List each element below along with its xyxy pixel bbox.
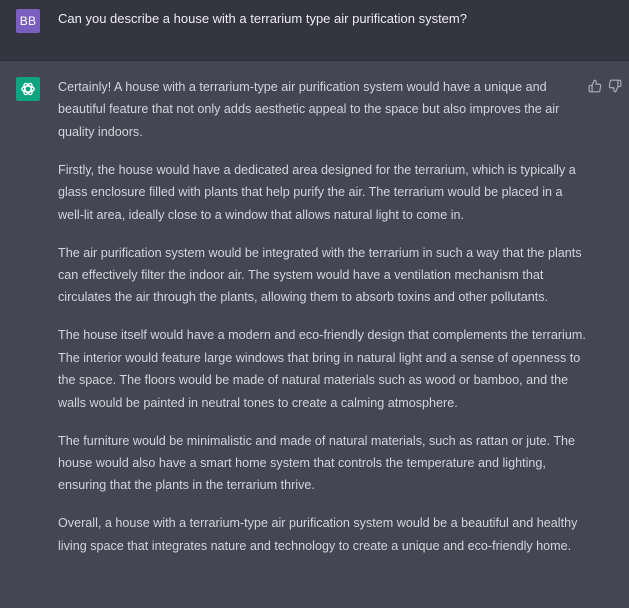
answer-paragraph-3: The air purification system would be int…	[58, 245, 582, 305]
user-avatar: BB	[16, 9, 40, 33]
answer-paragraph-4: The house itself would have a modern and…	[58, 328, 586, 410]
user-message-row: BB Can you describe a house with a terra…	[0, 0, 629, 61]
answer-paragraph-5: The furniture would be minimalistic and …	[58, 433, 576, 493]
answer-paragraph-1: Certainly! A house with a terrarium-type…	[58, 80, 560, 139]
thumbs-up-button[interactable]	[588, 79, 602, 93]
chat-page: BB Can you describe a house with a terra…	[0, 0, 629, 608]
thumbs-down-button[interactable]	[608, 79, 622, 93]
assistant-message-row: Certainly! A house with a terrarium-type…	[0, 61, 629, 608]
openai-logo-icon	[16, 77, 40, 101]
assistant-message-text: Certainly! A house with a terrarium-type…	[58, 76, 588, 573]
answer-paragraph-2: Firstly, the house would have a dedicate…	[58, 162, 576, 222]
answer-paragraph-6: Overall, a house with a terrarium-type a…	[58, 516, 578, 553]
thumbs-up-icon	[588, 79, 602, 93]
user-message-text: Can you describe a house with a terrariu…	[58, 11, 467, 26]
thumbs-down-icon	[608, 79, 622, 93]
